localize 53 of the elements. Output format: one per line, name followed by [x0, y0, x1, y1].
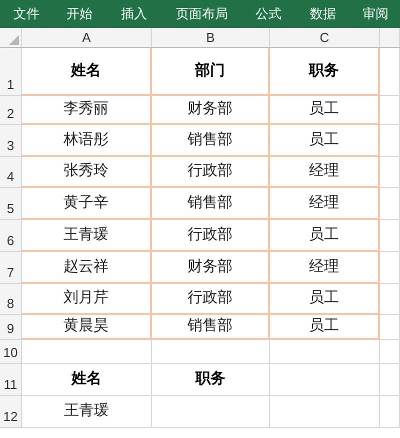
table-cell: 财务部	[152, 252, 270, 284]
table-cell: 员工	[270, 284, 380, 315]
table-cell: 员工	[270, 125, 380, 157]
column-header[interactable]: C	[270, 28, 380, 47]
table-cell: 员工	[270, 220, 380, 252]
empty-cell	[380, 284, 400, 315]
empty-cell	[380, 364, 400, 396]
heading-cell: 职务	[270, 48, 380, 96]
table-cell: 经理	[270, 188, 380, 220]
empty-cell	[380, 315, 400, 340]
table-cell: 王青瑗	[22, 220, 152, 252]
table-cell: 李秀丽	[22, 96, 152, 125]
table-cell: 行政部	[152, 157, 270, 188]
table-cell: 黄子辛	[22, 188, 152, 220]
select-all-icon[interactable]	[9, 35, 19, 45]
ribbon-tab[interactable]: 公式	[242, 0, 295, 28]
empty-cell	[380, 96, 400, 125]
table-cell: 行政部	[152, 220, 270, 252]
table-cell: 刘月芹	[22, 284, 152, 315]
table-cell: 赵云祥	[22, 252, 152, 284]
column-header[interactable]: A	[22, 28, 152, 47]
table-cell: 林语彤	[22, 125, 152, 157]
table-cell: 张秀玲	[22, 157, 152, 188]
row-number[interactable]: 1	[6, 74, 14, 94]
heading-cell: 姓名	[22, 48, 152, 96]
empty-cell	[380, 340, 400, 364]
table-cell: 销售部	[152, 188, 270, 220]
table-cell: 销售部	[152, 125, 270, 157]
ribbon-tab[interactable]: 插入	[106, 0, 162, 28]
table-cell: 王青瑗	[22, 396, 152, 428]
ribbon-tab[interactable]: 文件	[0, 0, 52, 28]
table-cell: 财务部	[152, 96, 270, 125]
empty-cell	[380, 252, 400, 284]
ribbon-tab[interactable]: 开始	[52, 0, 107, 28]
heading-cell: 职务	[152, 364, 270, 396]
table-cell: 员工	[270, 96, 380, 125]
table-cell: 黄晨昊	[22, 315, 152, 340]
empty-cell	[380, 220, 400, 252]
empty-cell	[380, 157, 400, 188]
table-cell: 经理	[270, 157, 380, 188]
table-cell: 行政部	[152, 284, 270, 315]
table-cell: 经理	[270, 252, 380, 284]
empty-cell	[380, 396, 400, 428]
table-cell: 销售部	[152, 315, 270, 340]
empty-cell	[380, 125, 400, 157]
ribbon-tab[interactable]: 数据	[294, 0, 352, 28]
heading-cell: 部门	[152, 48, 270, 96]
ribbon-tab[interactable]: 页面布局	[161, 0, 242, 28]
table-cell: 员工	[270, 315, 380, 340]
ribbon-tab[interactable]: 审阅	[351, 0, 400, 28]
empty-cell	[380, 188, 400, 220]
column-header[interactable]: B	[152, 28, 270, 47]
heading-cell: 姓名	[22, 364, 152, 396]
